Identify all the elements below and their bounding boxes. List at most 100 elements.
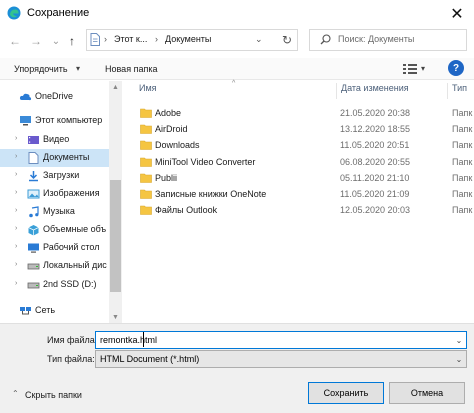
file-type: Папк [452,140,473,151]
file-date: 05.11.2020 21:10 [340,172,410,183]
file-row[interactable]: Adobe 21.05.2020 20:38 Папк [124,105,474,121]
sidebar-item-1[interactable]: Этот компьютер [0,112,122,130]
file-type: Папк [452,205,473,216]
scroll-up-arrow-icon[interactable]: ▲ [109,81,122,93]
file-date: 12.05.2020 20:03 [340,205,411,216]
help-button[interactable]: ? [448,60,464,76]
chevron-right-icon[interactable]: › [15,261,17,268]
view-options-icon[interactable] [402,62,418,76]
new-folder-button[interactable]: Новая папка [105,64,157,74]
file-type: Папк [452,108,473,118]
sidebar-item-7[interactable]: › Объемные объ [0,221,122,239]
folder-icon [140,173,152,183]
document-icon [90,33,100,46]
sidebar-item-label: Рабочий стол [43,242,100,252]
chevron-up-icon[interactable]: ⌃ [12,389,19,398]
scroll-down-arrow-icon[interactable]: ▼ [109,311,122,323]
desktop-icon [28,243,39,253]
sidebar-item-0[interactable]: OneDrive [0,88,122,106]
filetype-label: Тип файла: [47,354,95,364]
file-row[interactable]: Записные книжки OneNote 11.05.2020 21:09 П… [124,186,474,202]
3d-objects-icon [28,225,39,236]
file-type: Папк [452,156,473,167]
column-header-type[interactable]: Тип [452,83,467,99]
organize-button[interactable]: Упорядочить [14,64,68,74]
sidebar-item-label: OneDrive [35,91,74,101]
file-date: 21.05.2020 20:38 [340,108,411,118]
chevron-right-icon[interactable]: › [15,243,17,250]
pictures-icon [27,189,40,199]
sidebar-item-11[interactable]: Сеть [0,302,122,320]
breadcrumb-documents[interactable]: Документы [165,34,211,44]
address-dropdown-button[interactable]: ⌄ [255,34,263,45]
close-button[interactable]: ✕ [440,0,474,27]
chevron-right-icon[interactable]: › [15,225,17,232]
up-button[interactable]: ↑ [63,32,81,50]
filetype-dropdown-button[interactable]: ⌄ [452,351,466,367]
chevron-right-icon[interactable]: › [15,280,17,287]
document-icon [28,152,39,164]
refresh-button[interactable]: ↻ [278,31,296,49]
sidebar-item-5[interactable]: › Изображения [0,185,122,203]
cancel-button[interactable]: Отмена [389,382,465,404]
network-icon [20,307,31,315]
file-date: 11.05.2020 20:51 [340,140,410,151]
column-header-date[interactable]: Дата изменения [341,83,409,99]
file-row[interactable]: AirDroid 13.12.2020 18:55 Папк [124,121,474,137]
hide-folders-button[interactable]: Скрыть папки [25,390,82,400]
file-name: Publii [155,172,178,183]
sidebar-item-10[interactable]: › 2nd SSD (D:) [0,276,122,294]
chevron-right-icon[interactable]: › [15,189,17,196]
folder-icon [140,189,152,199]
file-row[interactable]: Downloads 11.05.2020 20:51 Папк [124,137,474,153]
chevron-right-icon[interactable]: › [15,171,17,178]
breadcrumb-separator: › [155,34,158,44]
drive-icon [27,263,40,270]
file-date: 13.12.2020 18:55 [340,124,411,135]
sidebar-item-label: Изображения [43,188,100,198]
text-cursor [143,332,144,347]
column-header-name[interactable]: Имя [139,83,157,99]
sidebar-scroll-thumb[interactable] [110,180,121,292]
file-name: MiniTool Video Converter [155,156,256,167]
forward-button[interactable]: → [27,32,45,50]
search-placeholder: Поиск: Документы [338,34,415,44]
chevron-right-icon[interactable]: › [15,153,17,160]
column-divider[interactable] [336,83,337,99]
filename-dropdown-button[interactable]: ⌄ [452,332,466,348]
breadcrumb-separator: › [104,34,107,44]
sidebar-item-2[interactable]: › Видео [0,131,122,149]
sidebar-item-label: Видео [43,134,70,144]
filename-label: Имя файла: [47,335,98,345]
sidebar-item-label: Локальный дис [43,260,107,270]
file-row[interactable]: Файлы Outlook 12.05.2020 20:03 Папк [124,202,474,218]
download-icon [29,171,38,182]
sidebar-item-3[interactable]: › Документы [0,149,122,167]
sidebar-item-label: 2nd SSD (D:) [43,279,97,289]
computer-icon [20,116,31,126]
file-row[interactable]: MiniTool Video Converter 06.08.2020 20:55… [124,154,474,170]
file-type: Папк [452,124,473,135]
sidebar-item-6[interactable]: › Музыка [0,203,122,221]
file-type: Папк [452,189,473,199]
chevron-down-icon[interactable]: ▾ [421,64,425,73]
filename-value[interactable]: remontka.html [100,335,157,345]
file-date: 06.08.2020 20:55 [340,156,411,167]
breadcrumb-this-pc[interactable]: Этот к... [114,34,147,44]
save-button[interactable]: Сохранить [308,382,384,404]
sidebar-item-9[interactable]: › Локальный дис [0,257,122,275]
filetype-value[interactable]: HTML Document (*.html) [100,354,199,364]
sidebar-item-label: Загрузки [43,170,80,180]
video-icon [28,136,39,144]
back-button[interactable]: ← [6,32,24,50]
sidebar-item-4[interactable]: › Загрузки [0,167,122,185]
sidebar-item-label: Сеть [35,305,56,315]
chevron-right-icon[interactable]: › [15,207,17,214]
edge-icon [7,6,21,20]
file-row[interactable]: Publii 05.11.2020 21:10 Папк [124,170,474,186]
sidebar-item-8[interactable]: › Рабочий стол [0,239,122,257]
column-divider[interactable] [447,83,448,99]
file-name: Adobe [155,108,182,118]
folder-icon [140,108,152,118]
chevron-right-icon[interactable]: › [15,135,17,142]
